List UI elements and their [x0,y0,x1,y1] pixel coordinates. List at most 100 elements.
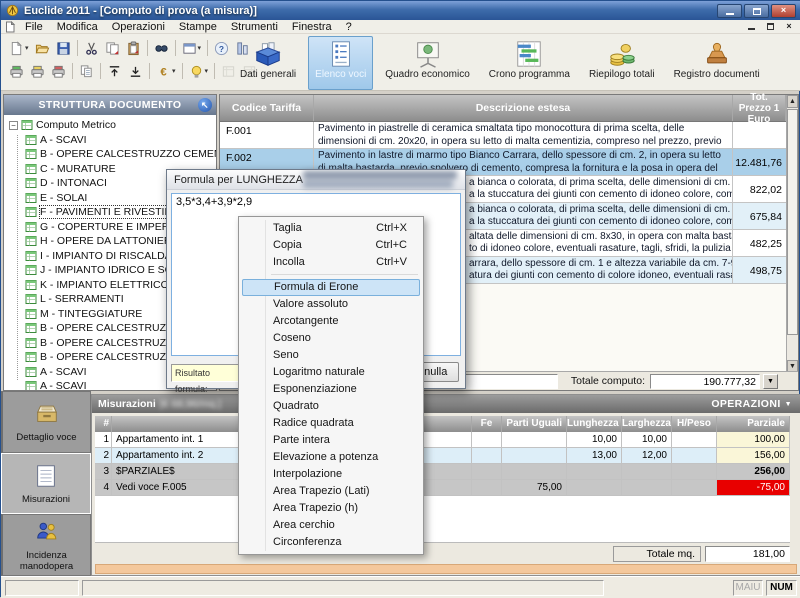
print-preview-button[interactable] [27,62,48,81]
scrollbar-thumb[interactable] [787,109,798,335]
mis-table-row[interactable]: 4Vedi voce F.00575,00-75,00 [95,480,790,496]
minimize-icon[interactable] [717,4,742,18]
window-list-button[interactable]: ▾ [179,39,205,58]
vertical-scrollbar[interactable]: ▲ ▼ [786,95,798,373]
tree-item[interactable]: B - OPERE CALCESTRUZZO CEMENTIZ [4,147,216,162]
euro-button[interactable]: €▾ [153,62,179,81]
context-menu-item[interactable]: Parte intera [241,432,421,449]
tree-node-icon [25,206,37,218]
save-button[interactable] [53,39,74,58]
copy-pages-button[interactable] [76,62,97,81]
tree-node-icon [25,221,37,233]
copy-special-button[interactable] [102,39,123,58]
menu-item-modifica[interactable]: Modifica [50,20,105,34]
operazioni-menu[interactable]: OPERAZIONI ▼ [711,398,792,410]
context-menu-item[interactable]: Circonferenza [241,534,421,551]
context-menu-item[interactable]: Area Trapezio (h) [241,500,421,517]
mis-column-header[interactable]: Lunghezza [567,416,622,432]
menu-item-strumenti[interactable]: Strumenti [224,20,285,34]
menu-item-[interactable]: ? [339,20,359,34]
mis-column-header[interactable]: H/Peso [672,416,717,432]
highlight-button[interactable]: ▾ [186,62,212,81]
mis-column-header[interactable]: Parziale [717,416,790,432]
collapse-panel-icon[interactable]: ↖ [198,98,212,112]
menu-item-finestra[interactable]: Finestra [285,20,339,34]
menu-item-operazioni[interactable]: Operazioni [105,20,172,34]
context-menu-item-label: Area Trapezio (h) [273,502,358,514]
restore-icon[interactable] [744,4,769,18]
tree-node-icon [25,380,37,390]
context-menu-item[interactable]: TagliaCtrl+X [241,220,421,237]
mis-column-header[interactable]: Larghezza [622,416,672,432]
cut-button[interactable] [81,39,102,58]
find-binoculars-button[interactable] [151,39,172,58]
collapse-bottom-button[interactable] [125,62,146,81]
elenco-voci-button[interactable]: Elenco voci [308,36,373,90]
riepilogo-totali-button[interactable]: Riepilogo totali [582,36,662,90]
context-menu-item[interactable]: Formula di Erone [242,279,420,296]
desc-fragment-line2: atura dei giunti con cemento di colore i… [469,270,733,283]
context-menu-item[interactable]: Logaritmo naturale [241,364,421,381]
tree-item-label: L - SERRAMENTI [40,293,124,305]
scroll-up-icon[interactable]: ▲ [787,95,798,108]
context-menu-item[interactable]: Esponenziazione [241,381,421,398]
context-menu-item[interactable]: CopiaCtrl+C [241,237,421,254]
tree-node-icon [25,337,37,349]
paste-special-button[interactable] [123,39,144,58]
column-header-codice-tariffa[interactable]: Codice Tariffa [220,95,314,121]
registro-documenti-button[interactable]: Registro documenti [667,36,767,90]
mdi-minimize-icon[interactable] [743,21,759,33]
mdi-close-icon[interactable]: × [781,21,797,33]
desc-fragment-line1: a bianca o colorata, di prima scelta, de… [469,204,733,217]
mis-table-row[interactable]: 3$PARZIALE$256,00 [95,464,790,480]
mis-table-row[interactable]: 1Appartamento int. 110,0010,00100,00 [95,432,790,448]
copy-pages-icon [79,64,94,79]
context-menu-item[interactable]: Elevazione a potenza [241,449,421,466]
quadro-economico-button[interactable]: Quadro economico [378,36,477,90]
mis-table-row[interactable]: 2Appartamento int. 213,0012,00156,00 [95,448,790,464]
mdi-restore-icon[interactable] [762,21,778,33]
tree-root-item[interactable]: −Computo Metrico [4,118,216,133]
collapse-top-button[interactable] [104,62,125,81]
side-tab-incidenza-manodopera[interactable]: Incidenza manodopera [1,514,91,576]
context-menu-item[interactable]: Valore assoluto [241,296,421,313]
menu-item-stampe[interactable]: Stampe [172,20,224,34]
table-row[interactable]: F.001Pavimento in piastrelle di ceramica… [220,122,786,149]
context-menu-item[interactable]: Quadrato [241,398,421,415]
help-button[interactable]: ? [211,39,232,58]
totale-computo-label: Totale computo: [558,375,650,387]
sheet-icon [33,463,59,489]
context-menu-item-label: Coseno [273,332,311,344]
tree-item[interactable]: A - SCAVI [4,133,216,148]
context-menu-item[interactable]: Coseno [241,330,421,347]
context-menu-item[interactable]: Radice quadrata [241,415,421,432]
open-folder-button[interactable] [32,39,53,58]
mis-column-header[interactable]: Fe [472,416,502,432]
context-menu-item[interactable]: Area cerchio [241,517,421,534]
mis-column-header[interactable]: Parti Uguali [502,416,567,432]
context-menu-item[interactable]: Seno [241,347,421,364]
column-header-descrizione-estesa[interactable]: Descrizione estesa [314,95,733,121]
new-document-button[interactable]: ▾ [6,39,32,58]
close-icon[interactable]: × [771,4,796,18]
tree-collapse-icon[interactable]: − [9,121,18,130]
tree-item-label: B - OPERE CALCESTRUZZO [40,351,181,363]
side-tab-misurazioni[interactable]: Misurazioni [1,453,91,515]
misurazioni-panel-header: Misurazioni [€ 68,96/mq.] OPERAZIONI ▼ [92,395,800,413]
mis-column-header[interactable]: # [95,416,112,432]
column-header-tot-prezzo[interactable]: Tot. Prezzo 1 Euro [733,95,786,121]
context-menu-item[interactable]: Arcotangente [241,313,421,330]
context-menu-item[interactable]: IncollaCtrl+V [241,254,421,271]
totale-dropdown-icon[interactable]: ▼ [763,374,778,389]
context-menu-item[interactable]: Area Trapezio (Lati) [241,483,421,500]
input-highlight-bar [95,564,797,574]
print-green-button[interactable] [6,62,27,81]
toolbar-big-buttons: Dati generaliElenco vociQuadro economico… [233,36,767,90]
dati-generali-button[interactable]: Dati generali [233,36,303,90]
print-red-button[interactable] [48,62,69,81]
side-tab-dettaglio-voce[interactable]: Dettaglio voce [1,391,91,453]
menu-item-file[interactable]: File [18,20,50,34]
context-menu-item-label: Incolla [273,256,305,268]
crono-programma-button[interactable]: Crono programma [482,36,577,90]
context-menu-item[interactable]: Interpolazione [241,466,421,483]
